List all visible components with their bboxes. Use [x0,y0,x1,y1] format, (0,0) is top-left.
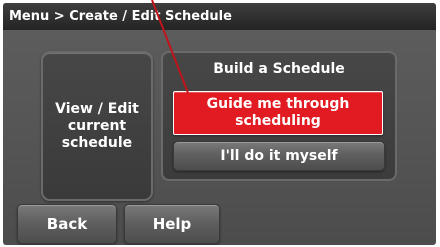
view-edit-schedule-button[interactable]: View / Edit current schedule [41,51,153,201]
back-button[interactable]: Back [17,204,117,244]
build-schedule-panel: Build a Schedule Guide me through schedu… [161,51,397,181]
breadcrumb: Menu > Create / Edit Schedule [3,3,436,30]
thermostat-screen: Menu > Create / Edit Schedule View / Edi… [3,3,436,245]
guide-me-button[interactable]: Guide me through scheduling [173,91,383,135]
help-button[interactable]: Help [124,204,220,244]
build-schedule-title: Build a Schedule [213,61,345,77]
do-it-myself-button[interactable]: I'll do it myself [173,141,385,171]
